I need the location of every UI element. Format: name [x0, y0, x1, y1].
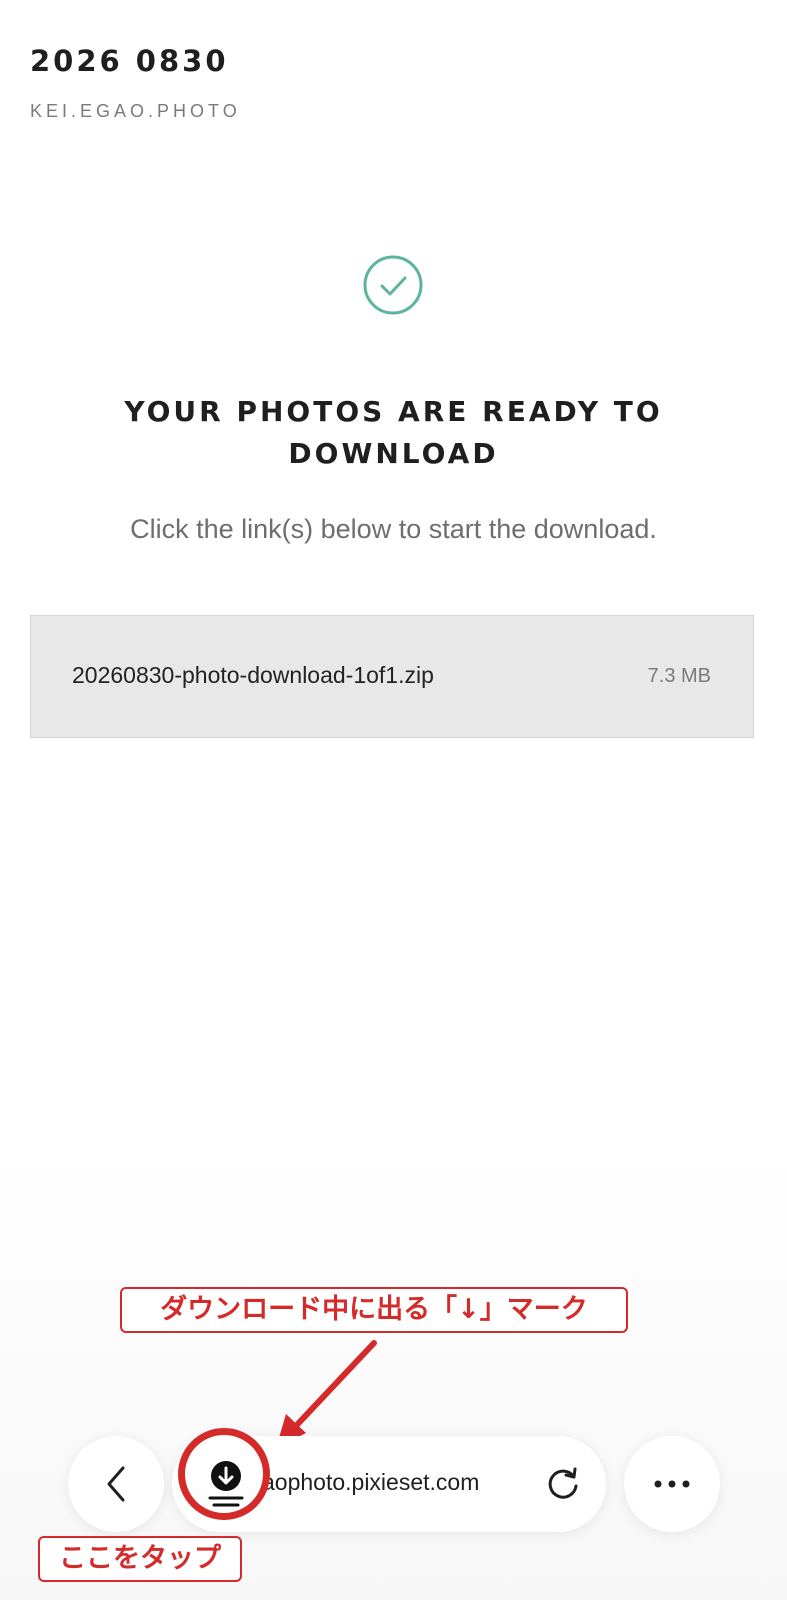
- download-instructions: Click the link(s) below to start the dow…: [130, 514, 657, 544]
- ready-title-line-1: YOUR PHOTOS ARE READY TO: [124, 395, 663, 428]
- address-bar[interactable]: aophoto.pixieset.com: [172, 1436, 606, 1532]
- download-mark-annotation: ダウンロード中に出る「↓」マーク: [120, 1287, 628, 1333]
- chevron-left-icon: [107, 1466, 125, 1502]
- more-options-button[interactable]: [624, 1436, 720, 1532]
- download-file-link[interactable]: 20260830-photo-download-1of1.zip 7.3 MB: [30, 615, 754, 738]
- more-icon: [654, 1480, 690, 1488]
- file-size: 7.3 MB: [647, 665, 711, 687]
- url-text: aophoto.pixieset.com: [262, 1469, 480, 1495]
- gallery-title: 2026 0830: [30, 44, 229, 78]
- browser-toolbar: aophoto.pixieset.com: [0, 1420, 787, 1540]
- ready-title-line-2: DOWNLOAD: [288, 437, 499, 470]
- check-circle-icon: [363, 255, 423, 315]
- file-name: 20260830-photo-download-1of1.zip: [72, 662, 434, 688]
- reload-icon[interactable]: [544, 1465, 582, 1503]
- back-button[interactable]: [68, 1436, 164, 1532]
- page-background: [0, 0, 787, 1600]
- download-progress-button[interactable]: [200, 1458, 252, 1510]
- studio-name: KEI.EGAO.PHOTO: [30, 101, 241, 121]
- ready-title: YOUR PHOTOS ARE READY TO DOWNLOAD: [60, 391, 727, 475]
- download-icon: [208, 1461, 244, 1507]
- tap-here-annotation: ここをタップ: [38, 1536, 242, 1582]
